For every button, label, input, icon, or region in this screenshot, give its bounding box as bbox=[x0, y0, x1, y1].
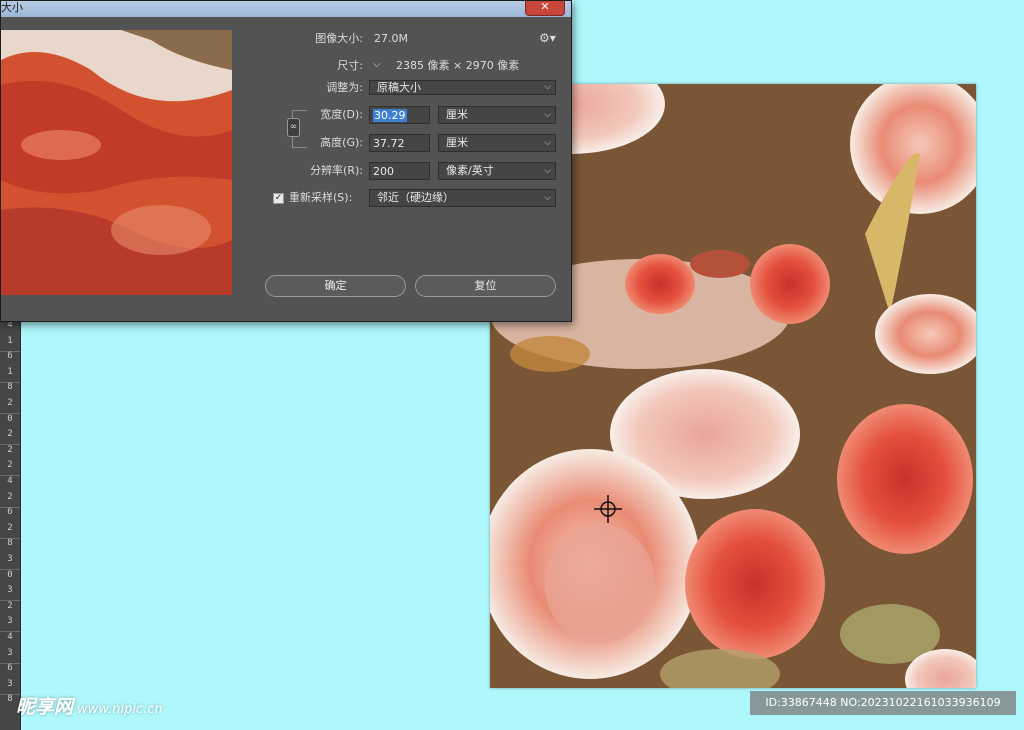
resample-select[interactable]: 邻近（硬边缘） ⌵ bbox=[369, 189, 556, 207]
ruler-tick-label: 0 bbox=[7, 413, 13, 424]
ruler-tick-label: 2 bbox=[7, 600, 13, 611]
height-unit-select[interactable]: 厘米 ⌵ bbox=[438, 134, 556, 152]
dimensions-value: 2385 像素 × 2970 像素 bbox=[396, 59, 520, 72]
ruler-tick-label: 8 bbox=[7, 538, 13, 549]
height-value: 37.72 bbox=[373, 137, 405, 150]
resolution-value: 200 bbox=[373, 165, 394, 178]
width-label: 宽度(D): bbox=[320, 108, 363, 121]
dimensions-label: 尺寸: bbox=[337, 59, 363, 72]
watermark-url: www.nipic.cn bbox=[77, 702, 163, 717]
ruler-tick-label: 8 bbox=[7, 382, 13, 393]
ruler-tick-label: 2 bbox=[7, 444, 13, 455]
dialog-title: 大小 bbox=[1, 1, 23, 14]
ruler-tick-label: 4 bbox=[7, 632, 13, 642]
chevron-down-icon: ⌵ bbox=[544, 138, 551, 148]
image-size-dialog: 大小 ✕ 图像大小: 27.0M ⚙▾ 尺寸: ⌵ 2385 像素 × 2970… bbox=[0, 0, 572, 322]
ruler-tick-label: 2 bbox=[7, 398, 13, 408]
width-value: 30.29 bbox=[373, 109, 407, 122]
resolution-input[interactable]: 200 bbox=[369, 162, 430, 180]
ruler-tick-label: 6 bbox=[7, 507, 13, 518]
ruler-tick-label: 4 bbox=[7, 320, 13, 330]
ruler-tick-label: 2 bbox=[7, 429, 13, 440]
ruler-tick-label: 2 bbox=[7, 491, 13, 502]
ruler-tick-label: 3 bbox=[7, 554, 13, 564]
ruler-tick-label: 1 bbox=[7, 366, 13, 377]
fit-to-select[interactable]: 原稿大小 ⌵ bbox=[369, 80, 556, 95]
height-label: 高度(G): bbox=[320, 136, 363, 149]
dialog-body: 图像大小: 27.0M ⚙▾ 尺寸: ⌵ 2385 像素 × 2970 像素 调… bbox=[1, 17, 571, 321]
resample-value: 邻近（硬边缘） bbox=[377, 191, 454, 204]
reset-button[interactable]: 复位 bbox=[415, 275, 556, 297]
chevron-down-icon: ⌵ bbox=[544, 82, 551, 92]
fit-to-label: 调整为: bbox=[326, 81, 363, 94]
width-input[interactable]: 30.29 bbox=[369, 106, 430, 124]
width-unit-value: 厘米 bbox=[446, 108, 468, 121]
image-preview[interactable] bbox=[1, 30, 232, 295]
resample-label: 重新采样(S): bbox=[289, 191, 353, 204]
ruler-tick-label: 4 bbox=[7, 476, 13, 486]
watermark-logo: 昵享网 www.nipic.cn bbox=[16, 692, 163, 719]
ruler-tick-label: 3 bbox=[7, 678, 13, 689]
chevron-down-icon: ⌵ bbox=[544, 110, 551, 120]
height-input[interactable]: 37.72 bbox=[369, 134, 430, 152]
resolution-unit-select[interactable]: 像素/英寸 ⌵ bbox=[438, 162, 556, 180]
image-id-bar: ID:33867448 NO:20231022161033936109 bbox=[750, 691, 1016, 715]
ruler-tick-label: 2 bbox=[7, 460, 13, 471]
chevron-down-icon: ⌵ bbox=[544, 166, 551, 176]
ruler-tick-label: 3 bbox=[7, 647, 13, 658]
resample-checkbox[interactable]: ✓ bbox=[273, 193, 284, 204]
ruler-tick-label: 2 bbox=[7, 522, 13, 533]
chevron-down-icon: ⌵ bbox=[544, 193, 551, 203]
ruler-tick-label: 0 bbox=[7, 569, 13, 580]
resolution-unit-value: 像素/英寸 bbox=[446, 164, 494, 177]
chevron-down-icon[interactable]: ⌵ bbox=[373, 59, 381, 70]
watermark-brand: 昵享网 bbox=[16, 696, 74, 718]
ruler-tick-label: 8 bbox=[7, 694, 13, 705]
vertical-ruler: 4 1 6 1 8 2 0 2 2 2 4 2 6 2 8 3 0 3 2 3 4 3 6 3 8 bbox=[0, 318, 21, 730]
dialog-titlebar[interactable]: 大小 ✕ bbox=[1, 1, 571, 17]
ok-button[interactable]: 确定 bbox=[265, 275, 406, 297]
ruler-tick-label: 1 bbox=[7, 335, 13, 346]
chain-link-icon[interactable]: ∞ bbox=[287, 118, 300, 137]
ruler-tick-label: 6 bbox=[7, 351, 13, 362]
image-size-label: 图像大小: bbox=[315, 32, 363, 45]
preview-image bbox=[1, 30, 232, 295]
ruler-tick-label: 3 bbox=[7, 616, 13, 627]
height-unit-value: 厘米 bbox=[446, 136, 468, 149]
gear-icon[interactable]: ⚙▾ bbox=[539, 31, 556, 45]
close-button[interactable]: ✕ bbox=[525, 1, 565, 16]
fit-to-value: 原稿大小 bbox=[377, 81, 421, 94]
width-unit-select[interactable]: 厘米 ⌵ bbox=[438, 106, 556, 124]
ruler-tick-label: 6 bbox=[7, 663, 13, 674]
ruler-tick-label: 3 bbox=[7, 585, 13, 596]
resolution-label: 分辨率(R): bbox=[310, 164, 363, 177]
image-size-value: 27.0M bbox=[374, 32, 408, 45]
